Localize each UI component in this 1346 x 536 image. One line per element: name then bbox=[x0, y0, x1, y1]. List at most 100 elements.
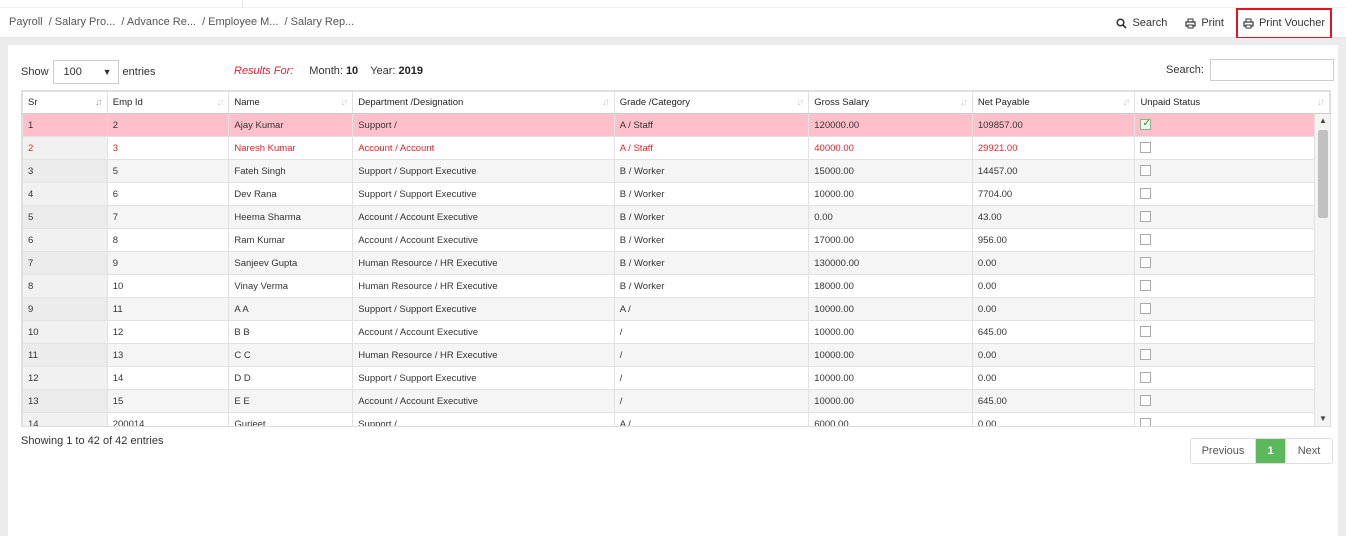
page-1-button[interactable]: 1 bbox=[1256, 439, 1286, 463]
cell-name: Dev Rana bbox=[228, 182, 354, 206]
cell-department: Account / Account Executive bbox=[352, 205, 615, 229]
column-header-emp-id[interactable]: Emp Id ↓↑ bbox=[106, 91, 230, 114]
cell-sr: 11 bbox=[22, 343, 108, 367]
cell-sr: 3 bbox=[22, 159, 108, 183]
unpaid-checkbox[interactable] bbox=[1140, 326, 1152, 338]
breadcrumb-item-employee-master[interactable]: / Employee M... bbox=[202, 16, 278, 28]
cell-unpaid-status bbox=[1134, 343, 1330, 367]
cell-gross-salary: 17000.00 bbox=[808, 228, 973, 252]
column-header-grade[interactable]: Grade /Category ↓↑ bbox=[613, 91, 810, 114]
table-row[interactable]: 10 12 B B Account / Account Executive/10000… bbox=[22, 320, 1330, 344]
cell-unpaid-status bbox=[1134, 136, 1330, 160]
next-page-button[interactable]: Next bbox=[1286, 439, 1332, 463]
unpaid-checkbox[interactable] bbox=[1140, 372, 1152, 384]
column-header-department[interactable]: Department /Designation ↓↑ bbox=[352, 91, 615, 114]
cell-gross-salary: 15000.00 bbox=[808, 159, 973, 183]
unpaid-checkbox[interactable] bbox=[1140, 349, 1152, 361]
unpaid-checkbox[interactable] bbox=[1140, 418, 1152, 426]
scroll-up-icon[interactable]: ▲ bbox=[1315, 114, 1331, 128]
cell-emp-id: 5 bbox=[106, 159, 230, 183]
divider bbox=[242, 0, 243, 8]
unpaid-checkbox[interactable] bbox=[1140, 118, 1152, 131]
top-strip bbox=[0, 0, 1346, 8]
table-row[interactable]: 9 11 A A Support / Support Executive A /1000… bbox=[22, 297, 1330, 321]
unpaid-checkbox[interactable] bbox=[1140, 303, 1152, 315]
column-header-sr[interactable]: Sr ↓↑ bbox=[22, 91, 108, 114]
breadcrumb-item-advance-report[interactable]: / Advance Re... bbox=[121, 16, 196, 28]
sort-icon: ↓↑ bbox=[796, 97, 804, 108]
cell-name: Naresh Kumar bbox=[228, 136, 354, 160]
cell-grade: A / bbox=[613, 412, 810, 426]
cell-department: Support / bbox=[352, 412, 615, 426]
cell-net-payable: 0.00 bbox=[971, 297, 1136, 321]
table-row[interactable]: 4 6 Dev Rana Support / Support Executive B /… bbox=[22, 182, 1330, 206]
print-voucher-button[interactable]: Print Voucher bbox=[1235, 7, 1332, 39]
table-row[interactable]: 6 8 Ram Kumar Account / Account Executive B … bbox=[22, 228, 1330, 252]
salary-table-container: Sr ↓↑ Emp Id ↓↑ Name ↓↑ Department /Designa… bbox=[21, 90, 1331, 427]
cell-emp-id: 12 bbox=[106, 320, 230, 344]
unpaid-checkbox[interactable] bbox=[1140, 234, 1152, 246]
unpaid-checkbox[interactable] bbox=[1140, 211, 1152, 223]
page-size-select[interactable]: 100 ▼ bbox=[52, 60, 119, 84]
unpaid-checkbox[interactable] bbox=[1140, 257, 1152, 269]
cell-sr: 12 bbox=[22, 366, 108, 390]
cell-name: Heema Sharma bbox=[228, 205, 354, 229]
unpaid-checkbox[interactable] bbox=[1140, 280, 1152, 292]
cell-department: Support / Support Executive bbox=[352, 182, 615, 206]
search-button[interactable]: Search bbox=[1116, 17, 1167, 29]
table-body: 1 2 Ajay Kumar Support / A / Staff 120000.00 1… bbox=[22, 113, 1330, 426]
table-row[interactable]: 3 5 Fateh Singh Support / Support Executive… bbox=[22, 159, 1330, 183]
cell-sr: 6 bbox=[22, 228, 108, 252]
table-row[interactable]: 11 13 C C Human Resource / HR Executive/100… bbox=[22, 343, 1330, 367]
column-header-name[interactable]: Name ↓↑ bbox=[228, 91, 354, 114]
cell-unpaid-status bbox=[1134, 113, 1330, 137]
cell-unpaid-status bbox=[1134, 320, 1330, 344]
sort-icon: ↓↑ bbox=[216, 97, 224, 108]
cell-unpaid-status bbox=[1134, 228, 1330, 252]
printer-icon bbox=[1185, 18, 1196, 28]
toolbar: Search Print Print Voucher bbox=[1098, 7, 1332, 39]
column-header-gross-salary[interactable]: Gross Salary ↓↑ bbox=[808, 91, 973, 114]
cell-net-payable: 0.00 bbox=[971, 366, 1136, 390]
table-scrollbar[interactable]: ▲ ▼ bbox=[1314, 114, 1330, 426]
year-label: Year: bbox=[370, 65, 396, 77]
search-icon bbox=[1116, 17, 1128, 29]
table-row[interactable]: 1 2 Ajay Kumar Support / A / Staff 120000.00 1… bbox=[22, 113, 1330, 137]
table-row[interactable]: 5 7 Heema Sharma Account / Account Executiv… bbox=[22, 205, 1330, 229]
table-row[interactable]: 12 14 D D Support / Support Executive/10000… bbox=[22, 366, 1330, 390]
cell-name: D D bbox=[228, 366, 354, 390]
search-input[interactable] bbox=[1209, 59, 1334, 81]
column-header-unpaid-status[interactable]: Unpaid Status ↓↑ bbox=[1134, 91, 1330, 114]
sort-ascending-icon: ↓↑ bbox=[94, 97, 103, 108]
unpaid-checkbox[interactable] bbox=[1140, 188, 1152, 200]
breadcrumb-item-salary-process[interactable]: / Salary Pro... bbox=[49, 16, 116, 28]
scrollbar-thumb[interactable] bbox=[1318, 130, 1328, 218]
cell-sr: 4 bbox=[22, 182, 108, 206]
table-row[interactable]: 7 9 Sanjeev Gupta Human Resource / HR Execu… bbox=[22, 251, 1330, 275]
breadcrumb-item-payroll[interactable]: Payroll bbox=[9, 16, 43, 28]
unpaid-checkbox[interactable] bbox=[1140, 142, 1152, 154]
table-row[interactable]: 14 200014 Gurjeet Support / A /6000.00 0.00 bbox=[22, 412, 1330, 426]
cell-sr: 13 bbox=[22, 389, 108, 413]
cell-sr: 7 bbox=[22, 251, 108, 275]
print-button[interactable]: Print bbox=[1185, 17, 1224, 29]
cell-name: Sanjeev Gupta bbox=[228, 251, 354, 275]
table-info: Showing 1 to 42 of 42 entries bbox=[21, 435, 164, 447]
cell-department: Support / Support Executive bbox=[352, 159, 615, 183]
unpaid-checkbox[interactable] bbox=[1140, 165, 1152, 177]
table-row[interactable]: 2 3 Naresh Kumar Account / Account A / Staff… bbox=[22, 136, 1330, 160]
cell-gross-salary: 18000.00 bbox=[808, 274, 973, 298]
cell-unpaid-status bbox=[1134, 159, 1330, 183]
table-row[interactable]: 13 15 E E Account / Account Executive/10000… bbox=[22, 389, 1330, 413]
table-row[interactable]: 8 10 Vinay Verma Human Resource / HR Execut… bbox=[22, 274, 1330, 298]
cell-grade: / bbox=[613, 366, 810, 390]
previous-page-button[interactable]: Previous bbox=[1191, 439, 1256, 463]
scroll-down-icon[interactable]: ▼ bbox=[1315, 412, 1331, 426]
cell-net-payable: 43.00 bbox=[971, 205, 1136, 229]
column-header-net-payable[interactable]: Net Payable ↓↑ bbox=[971, 91, 1136, 114]
chevron-down-icon: ▼ bbox=[102, 67, 112, 77]
unpaid-checkbox[interactable] bbox=[1140, 395, 1152, 407]
cell-emp-id: 10 bbox=[106, 274, 230, 298]
print-voucher-label: Print Voucher bbox=[1258, 17, 1325, 29]
cell-gross-salary: 120000.00 bbox=[808, 113, 973, 137]
